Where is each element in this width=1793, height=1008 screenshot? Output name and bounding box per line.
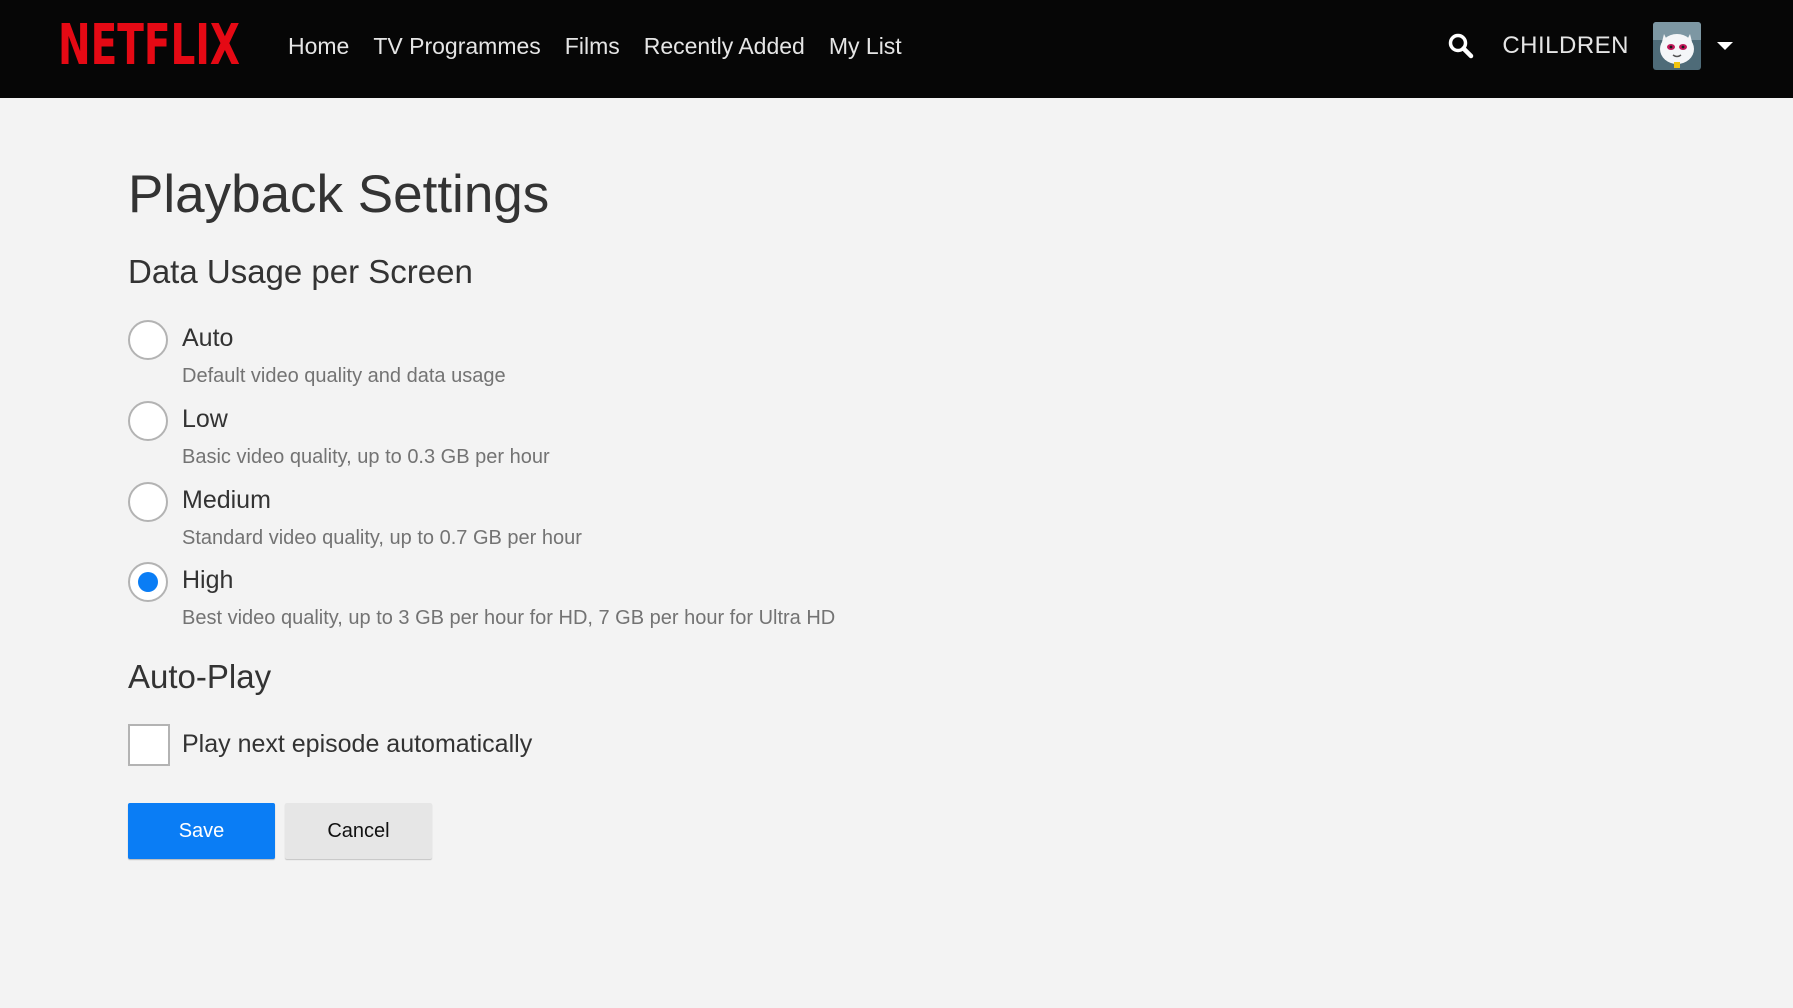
svg-text:NETFLIX: NETFLIX [58,14,240,72]
nav-tv-programmes[interactable]: TV Programmes [373,33,540,60]
radio-low[interactable] [128,401,168,441]
radio-medium[interactable] [128,482,168,522]
main-navigation: Home TV Programmes Films Recently Added … [288,0,926,92]
netflix-logo[interactable]: NETFLIX [58,14,240,72]
autoplay-heading: Auto-Play [128,658,272,695]
avatar[interactable] [1653,22,1701,70]
page-title: Playback Settings [128,165,550,224]
option-auto[interactable]: Auto Default video quality and data usag… [128,320,1128,400]
option-label[interactable]: Medium [182,486,271,515]
autoplay-checkbox-label[interactable]: Play next episode automatically [182,730,532,759]
nav-my-list[interactable]: My List [829,33,902,60]
option-label[interactable]: Low [182,405,228,434]
chevron-down-icon[interactable] [1717,42,1733,50]
radio-high[interactable] [128,562,168,602]
option-description: Basic video quality, up to 0.3 GB per ho… [182,446,550,468]
option-description: Standard video quality, up to 0.7 GB per… [182,527,582,549]
nav-films[interactable]: Films [565,33,620,60]
search-icon[interactable] [1446,31,1476,61]
header-profile-area: CHILDREN [1446,0,1733,92]
option-description: Default video quality and data usage [182,365,506,387]
cancel-button[interactable]: Cancel [285,803,432,859]
data-usage-heading: Data Usage per Screen [128,253,473,290]
option-low[interactable]: Low Basic video quality, up to 0.3 GB pe… [128,401,1128,481]
profile-name[interactable]: CHILDREN [1502,32,1629,60]
option-medium[interactable]: Medium Standard video quality, up to 0.7… [128,482,1128,562]
save-button[interactable]: Save [128,803,275,859]
nav-home[interactable]: Home [288,33,349,60]
option-label[interactable]: Auto [182,324,233,353]
option-label[interactable]: High [182,566,233,595]
nav-recently-added[interactable]: Recently Added [644,33,805,60]
autoplay-checkbox[interactable] [128,724,170,766]
option-description: Best video quality, up to 3 GB per hour … [182,607,836,629]
top-nav-bar: NETFLIX Home TV Programmes Films Recentl… [0,0,1793,98]
option-high[interactable]: High Best video quality, up to 3 GB per … [128,562,1128,642]
radio-auto[interactable] [128,320,168,360]
autoplay-next-episode-row[interactable]: Play next episode automatically [128,724,928,766]
